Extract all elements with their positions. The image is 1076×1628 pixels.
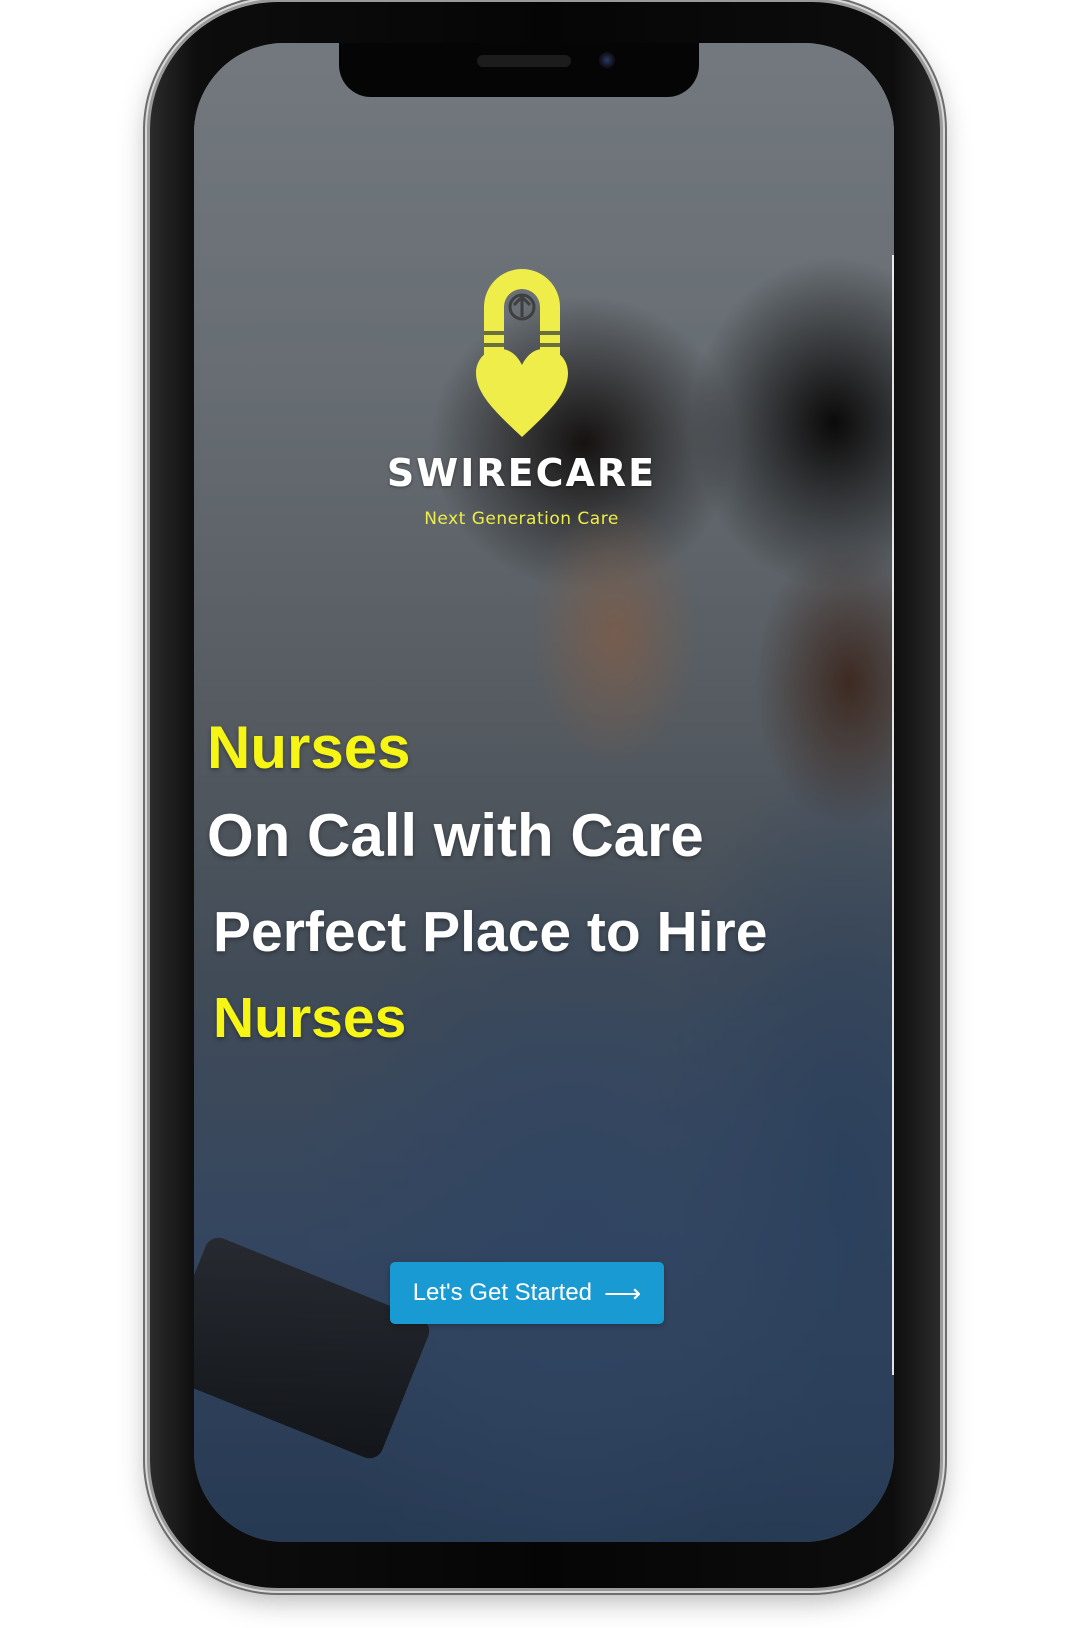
- headline-line-1: Nurses: [207, 714, 411, 781]
- phone-mockup: SWIRECARE Next Generation Care Nurses On…: [0, 0, 1076, 1628]
- front-camera-icon: [599, 52, 615, 68]
- brand-tagline: Next Generation Care: [424, 509, 619, 529]
- hero-headline: Nurses On Call with Care Perfect Place t…: [207, 718, 767, 1047]
- brand-name: SWIRECARE: [386, 451, 657, 495]
- speaker-grille: [477, 55, 571, 67]
- heart-magnet-logo-icon: [475, 269, 568, 437]
- get-started-label: Let's Get Started: [412, 1279, 593, 1306]
- brand-logo: SWIRECARE Next Generation Care: [194, 261, 849, 529]
- phone-notch: [339, 43, 699, 97]
- volume-down-button: [143, 465, 149, 575]
- screen-edge-highlight: [892, 255, 894, 1375]
- headline-line-4: Nurses: [213, 986, 407, 1050]
- get-started-button[interactable]: Let's Get Started ⟶: [390, 1262, 664, 1324]
- silent-switch: [143, 210, 149, 270]
- headline-line-3: Perfect Place to Hire: [213, 900, 768, 964]
- headline-line-2: On Call with Care: [207, 802, 704, 869]
- volume-up-button: [143, 320, 149, 430]
- arrow-right-icon: ⟶: [604, 1278, 642, 1308]
- app-screen: SWIRECARE Next Generation Care Nurses On…: [194, 43, 894, 1542]
